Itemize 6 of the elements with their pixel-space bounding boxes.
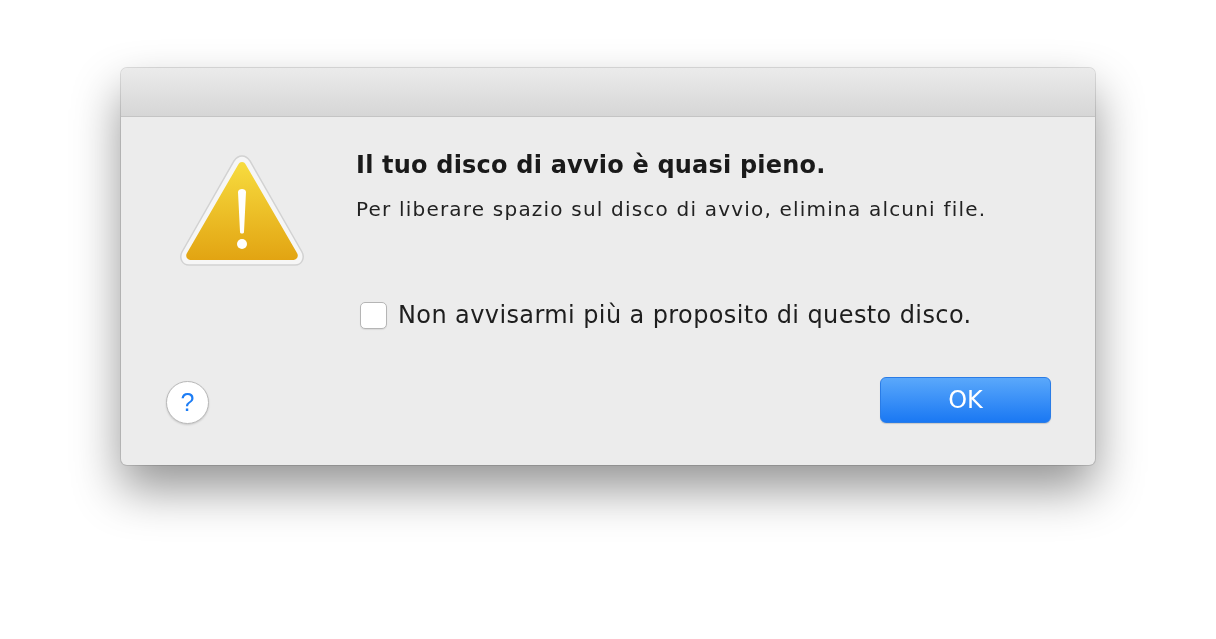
alert-message: Per liberare spazio sul disco di avvio, elimina alcuni file.: [356, 197, 987, 221]
help-button[interactable]: ?: [166, 381, 209, 424]
alert-title: Il tuo disco di avvio è quasi pieno.: [356, 151, 826, 179]
checkbox-label: Non avvisarmi più a proposito di questo disco.: [398, 301, 972, 329]
ok-button[interactable]: OK: [880, 377, 1051, 423]
checkbox[interactable]: [360, 301, 387, 329]
